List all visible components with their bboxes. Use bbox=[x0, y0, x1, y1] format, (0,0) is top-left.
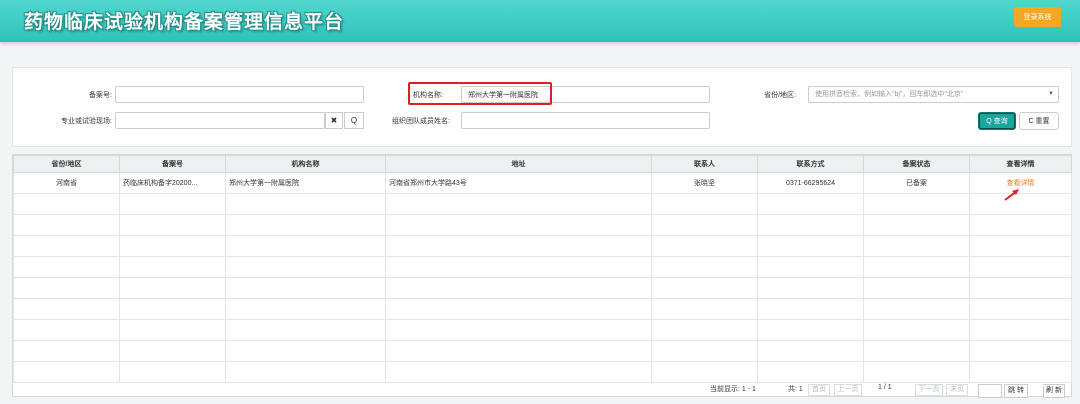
cell-status: 已备案 bbox=[863, 172, 970, 194]
table-row bbox=[13, 235, 1072, 257]
next-page-button[interactable]: 下一页 bbox=[915, 384, 943, 396]
login-button[interactable]: 登录系统 bbox=[1014, 7, 1061, 27]
specialty-input[interactable] bbox=[115, 112, 325, 129]
refresh-button[interactable]: 刷 新 bbox=[1043, 384, 1065, 398]
clear-icon[interactable]: ✖ bbox=[325, 112, 343, 129]
first-page-button[interactable]: 首页 bbox=[808, 384, 830, 396]
col-phone[interactable]: 联系方式 bbox=[757, 155, 864, 173]
chevron-down-icon: ▼ bbox=[1048, 91, 1054, 97]
cell-org-name: 郑州大学第一附属医院 bbox=[225, 172, 386, 194]
table-row bbox=[13, 214, 1072, 236]
col-contact[interactable]: 联系人 bbox=[651, 155, 758, 173]
page-jump-input[interactable] bbox=[978, 384, 1002, 398]
results-table: 省份/地区 备案号 机构名称 地址 联系人 联系方式 备案状态 查看详情 河南省… bbox=[13, 155, 1072, 383]
cell-contact: 张晓坚 bbox=[651, 172, 758, 194]
table-row bbox=[13, 298, 1072, 320]
pagination: 当前显示: 1 - 1 共: 1 首页 上一页 1 / 1 下一页 末页 跳 转… bbox=[12, 380, 1072, 398]
go-button[interactable]: 跳 转 bbox=[1004, 384, 1028, 398]
table-row bbox=[13, 340, 1072, 362]
table-row bbox=[13, 319, 1072, 341]
cell-phone: 0371-66295624 bbox=[757, 172, 864, 194]
table-row bbox=[13, 277, 1072, 299]
last-page-button[interactable]: 末页 bbox=[946, 384, 968, 396]
col-status[interactable]: 备案状态 bbox=[863, 155, 970, 173]
annotation-arrow-icon bbox=[1004, 189, 1019, 201]
cell-record-no: 药临床机构备字20200... bbox=[119, 172, 226, 194]
col-org-name[interactable]: 机构名称 bbox=[225, 155, 386, 173]
search-panel bbox=[12, 67, 1072, 147]
specialty-label: 专业或试验现场: bbox=[61, 118, 112, 125]
pager-page-info: 1 / 1 bbox=[878, 384, 892, 391]
pager-showing: 当前显示: 1 - 1 bbox=[710, 386, 756, 393]
province-label: 省份/地区: bbox=[764, 92, 796, 99]
reset-button[interactable]: C 重置 bbox=[1019, 112, 1059, 130]
table-row bbox=[13, 193, 1072, 215]
col-address[interactable]: 地址 bbox=[385, 155, 652, 173]
app-title: 药物临床试验机构备案管理信息平台 bbox=[24, 12, 345, 33]
record-no-label: 备案号: bbox=[89, 92, 112, 99]
cell-address: 河南省郑州市大学路43号 bbox=[385, 172, 652, 194]
prev-page-button[interactable]: 上一页 bbox=[834, 384, 862, 396]
table-row bbox=[13, 256, 1072, 278]
col-province[interactable]: 省份/地区 bbox=[13, 155, 120, 173]
table-header-row: 省份/地区 备案号 机构名称 地址 联系人 联系方式 备案状态 查看详情 bbox=[13, 155, 1072, 173]
pager-total: 共: 1 bbox=[788, 386, 803, 393]
record-no-input[interactable] bbox=[115, 86, 364, 103]
province-select[interactable] bbox=[808, 86, 1059, 103]
highlight-box bbox=[408, 82, 552, 105]
team-label: 组织团队成员姓名: bbox=[392, 118, 450, 125]
col-record-no[interactable]: 备案号 bbox=[119, 155, 226, 173]
cell-province: 河南省 bbox=[13, 172, 120, 194]
table-row[interactable]: 河南省 药临床机构备字20200... 郑州大学第一附属医院 河南省郑州市大学路… bbox=[13, 172, 1072, 194]
search-icon[interactable]: Q bbox=[344, 112, 364, 129]
team-input[interactable] bbox=[461, 112, 710, 129]
query-button[interactable]: Q 查询 bbox=[978, 112, 1016, 130]
col-detail: 查看详情 bbox=[969, 155, 1072, 173]
app-header: 药物临床试验机构备案管理信息平台 登录系统 bbox=[0, 0, 1080, 42]
results-grid: 省份/地区 备案号 机构名称 地址 联系人 联系方式 备案状态 查看详情 河南省… bbox=[12, 154, 1072, 397]
